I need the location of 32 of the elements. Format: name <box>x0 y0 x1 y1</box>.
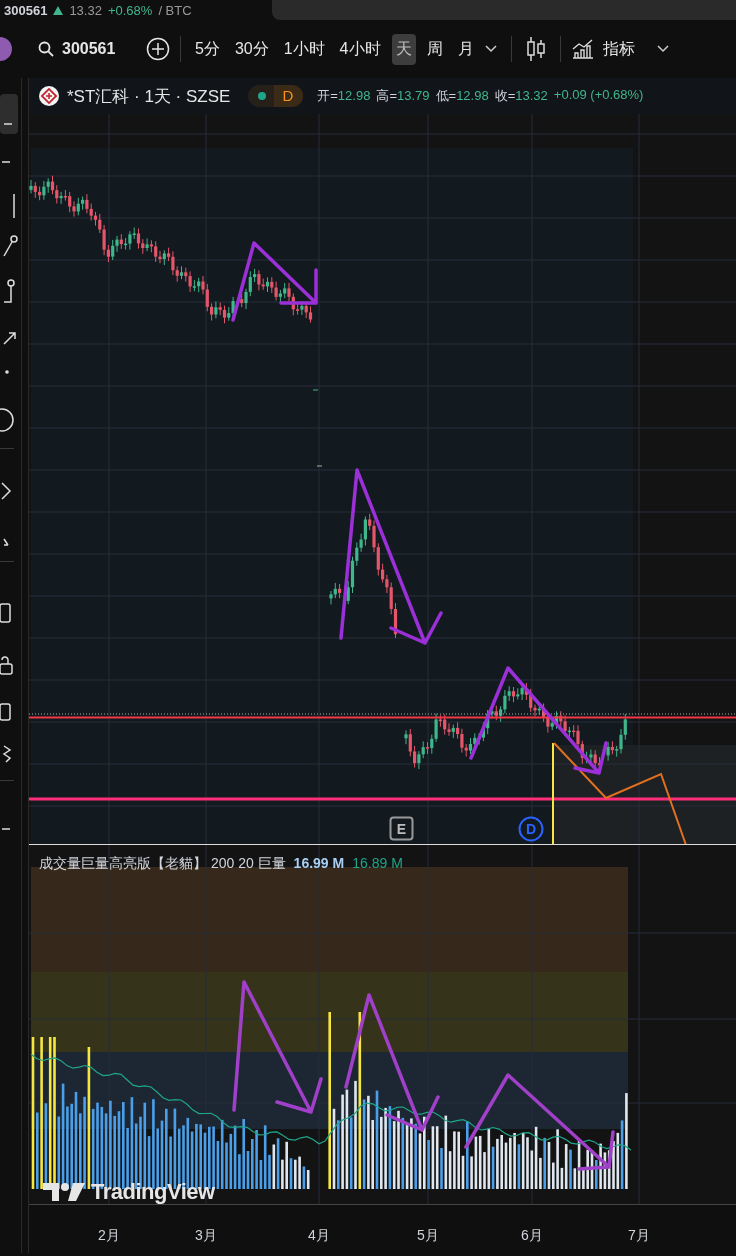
ticker-symbol: 300561 <box>4 2 48 18</box>
ohlc-value: 低=12.98 <box>435 87 489 105</box>
ohlc-value: 收=13.32 <box>494 87 548 105</box>
symbol-title[interactable]: *ST汇科 · 1天 · SZSE <box>67 84 231 108</box>
indicator-title[interactable]: 成交量巨量高亮版【老貓】 200 20 巨量 <box>39 855 286 873</box>
interval-tab[interactable]: 5分 <box>191 33 224 65</box>
indicators-button[interactable]: 指标 <box>570 38 635 60</box>
dividend-marker[interactable]: D <box>518 816 544 842</box>
month-label: 6月 <box>521 1227 543 1243</box>
logo-text: TradingView <box>91 1179 215 1205</box>
price-change: +0.09 (+0.68%) <box>553 87 644 104</box>
ticker-price: 13.32 <box>69 2 102 18</box>
month-label: 4月 <box>308 1227 330 1243</box>
month-label: 2月 <box>98 1227 120 1243</box>
month-label: 7月 <box>628 1227 650 1243</box>
interval-tab[interactable]: 4小时 <box>335 33 385 65</box>
earnings-marker[interactable]: E <box>389 816 414 841</box>
interval-tab[interactable]: 30分 <box>230 33 273 65</box>
ohlc-value: 开=12.98 <box>317 87 371 105</box>
volume-value: 16.99 M <box>293 855 345 873</box>
ohlc-value: 高=13.79 <box>376 87 430 105</box>
volume-average-value: 16.89 M <box>352 855 403 873</box>
month-label: 3月 <box>195 1227 217 1243</box>
ticker-change: +0.68% <box>107 2 153 18</box>
interval-tab[interactable]: 天 <box>391 33 416 65</box>
interval-tab[interactable]: 周 <box>422 33 447 65</box>
status-badge: D <box>248 85 304 107</box>
interval-tab[interactable]: 1小时 <box>279 33 329 65</box>
symbol-search-button[interactable]: 300561 <box>38 40 134 58</box>
month-label: 5月 <box>417 1227 439 1243</box>
interval-tab[interactable]: 月 <box>453 33 478 65</box>
ticker-pair: / BTC <box>158 2 192 18</box>
